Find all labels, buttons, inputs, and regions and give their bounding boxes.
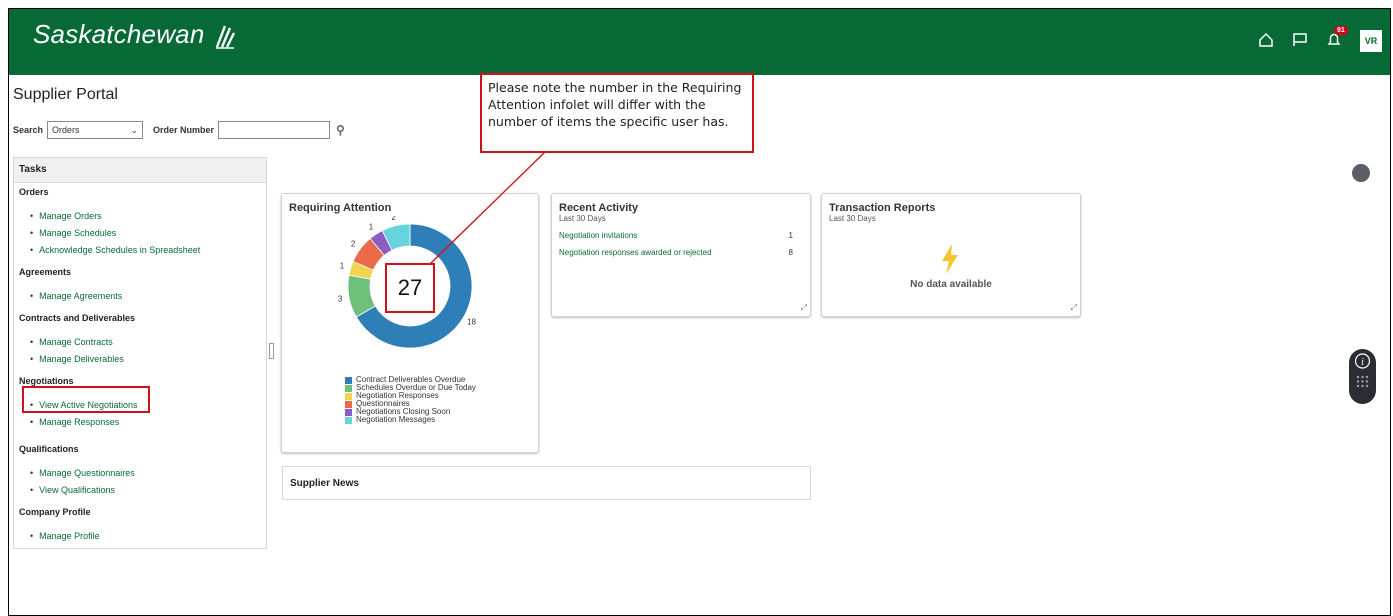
app-window: Saskatchewan 91 VR Supplier Portal Searc… (8, 8, 1391, 616)
help-widget[interactable]: i (1349, 349, 1376, 404)
callout-note: Please note the number in the Requiring … (480, 73, 754, 153)
total-count-highlight: 27 (385, 263, 435, 313)
floating-action-button[interactable] (1352, 164, 1370, 182)
svg-text:i: i (1361, 357, 1364, 368)
info-icon: i (1354, 353, 1371, 388)
